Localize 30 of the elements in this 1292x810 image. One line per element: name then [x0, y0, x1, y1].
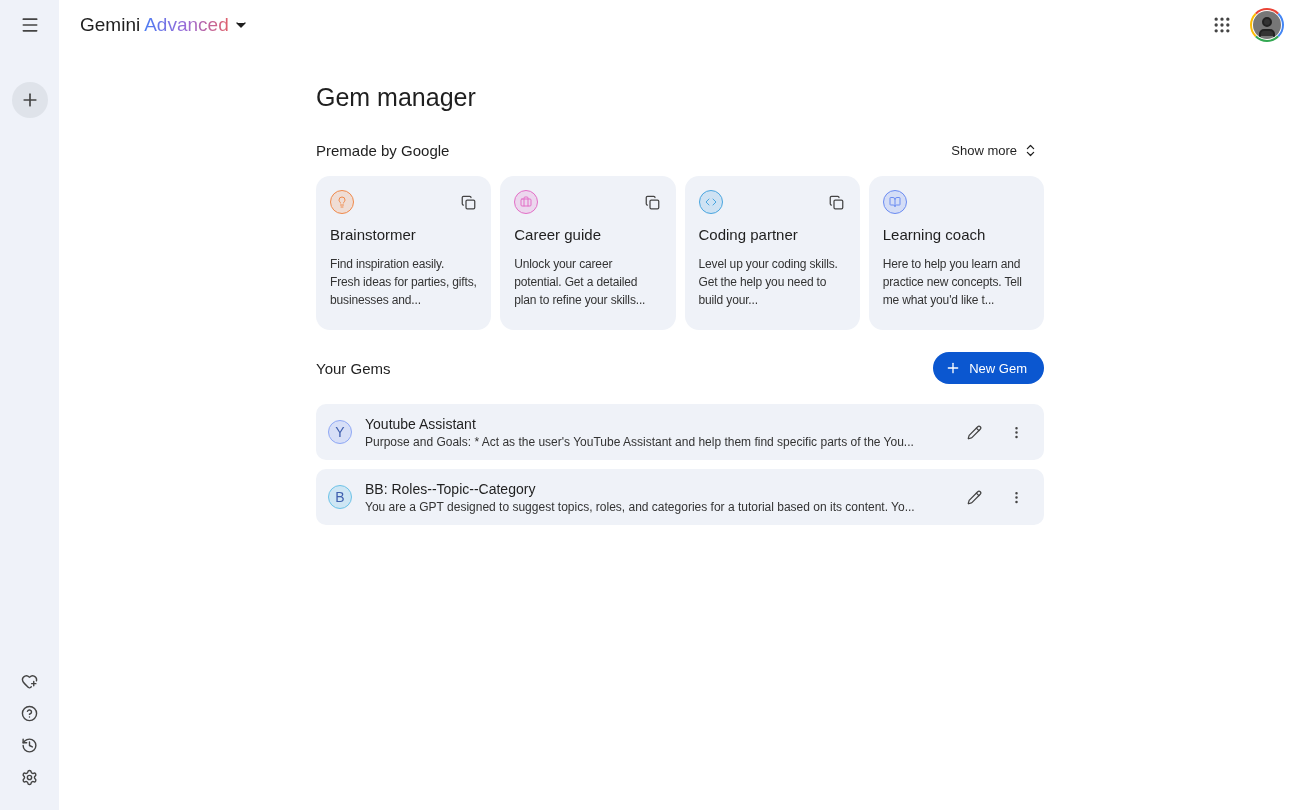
new-chat-button[interactable] — [11, 82, 48, 118]
copy-icon[interactable] — [827, 193, 846, 211]
gem-description: Purpose and Goals: * Act as the user's YouTube Assistant and help them find specific parts of the You... — [365, 434, 915, 449]
card-description: Here to help you learn and practice new concepts. Tell me what you'd like t... — [882, 256, 1023, 309]
card-description: Level up your coding skills. Get the help you need to build your... — [698, 256, 839, 309]
card-title: Coding partner — [698, 226, 799, 243]
card-title: Career guide — [514, 226, 602, 243]
gem-initial-avatar: B — [328, 485, 352, 509]
copy-icon[interactable] — [459, 193, 478, 211]
gem-card[interactable]: Learning coach Here to help you learn and practice new concepts. Tell me what you'd like t... — [868, 176, 1044, 330]
section-heading: Your Gems — [316, 359, 391, 377]
page-title: Gem manager — [316, 83, 477, 112]
gem-initial-avatar: Y — [328, 420, 352, 444]
gem-row[interactable]: B BB: Roles--Topic--Category You are a GPT designed to suggest topics, roles, and categories for a tutorial based on its content. Yo... — [316, 469, 1044, 525]
gem-description: You are a GPT designed to suggest topics, roles, and categories for a tutorial based on its content. Yo... — [365, 499, 916, 514]
gem-card[interactable]: Career guide Unlock your career potential. Get a detailed plan to refine your skills... — [500, 176, 676, 330]
show-more-button[interactable]: Show more — [951, 143, 1044, 158]
card-description: Find inspiration easily. Fresh ideas for parties, gifts, businesses and... — [330, 256, 478, 309]
section-heading: Premade by Google — [316, 142, 450, 159]
card-description: Unlock your career potential. Get a detailed plan to refine your skills... — [514, 256, 647, 309]
gem-name: BB: Roles--Topic--Category — [365, 480, 537, 497]
gem-card[interactable]: Coding partner Level up your coding skills. Get the help you need to build your... — [684, 176, 860, 330]
card-title: Learning coach — [882, 226, 987, 243]
gem-name: Youtube Assistant — [365, 415, 477, 432]
copy-icon[interactable] — [643, 193, 662, 211]
new-gem-button[interactable]: New Gem — [933, 352, 1044, 384]
gem-row[interactable]: Y Youtube Assistant Purpose and Goals: * Act as the user's YouTube Assistant and help them find specific parts of the You... — [316, 404, 1044, 460]
account-avatar[interactable] — [1250, 8, 1284, 42]
card-title: Brainstormer — [330, 226, 417, 243]
gem-card[interactable]: Brainstormer Find inspiration easily. Fresh ideas for parties, gifts, businesses and... — [316, 176, 492, 330]
